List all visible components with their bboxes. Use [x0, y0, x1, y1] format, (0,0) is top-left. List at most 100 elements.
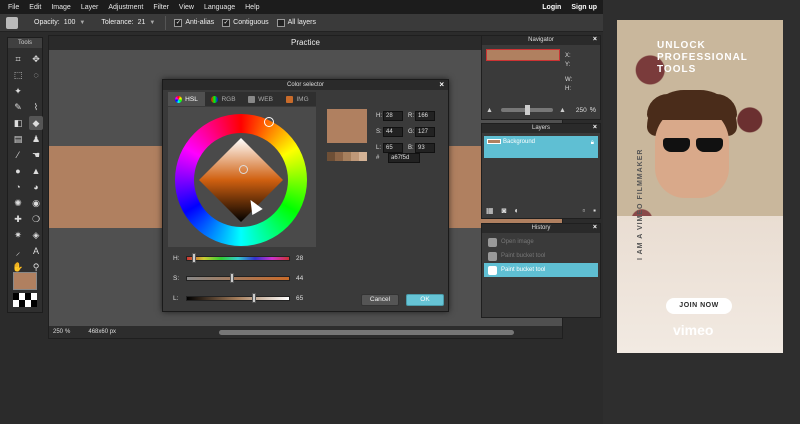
hue-marker[interactable]: [264, 117, 274, 127]
history-item[interactable]: Open image: [484, 235, 598, 249]
b-field-label: B:: [408, 144, 414, 151]
h-field[interactable]: 28: [383, 110, 403, 121]
brush-icon[interactable]: ⌇: [29, 100, 43, 114]
navigator-zoom-value[interactable]: 250: [576, 107, 587, 114]
g-field[interactable]: 127: [415, 126, 435, 137]
shade-swatch[interactable]: [327, 152, 335, 161]
saturation-slider-knob[interactable]: [229, 273, 234, 283]
navigator-panel: Navigator × X: Y: W: H: ▲ ▲ 250 %: [481, 35, 601, 120]
chevron-down-icon[interactable]: ▼: [79, 20, 85, 26]
menu-adjustment[interactable]: Adjustment: [108, 4, 143, 11]
hue-slider[interactable]: [186, 256, 290, 261]
sponge-icon[interactable]: ✺: [11, 196, 25, 210]
menu-image[interactable]: Image: [51, 4, 70, 11]
cancel-button[interactable]: Cancel: [361, 294, 399, 306]
lightness-slider-knob[interactable]: [251, 293, 256, 303]
shade-swatch[interactable]: [351, 152, 359, 161]
spot-heal-icon[interactable]: ✚: [11, 212, 25, 226]
l-field[interactable]: 65: [383, 142, 403, 153]
zoom-value[interactable]: 250: [53, 329, 63, 335]
gradient-icon[interactable]: ▤: [11, 132, 25, 146]
layer-settings-icon[interactable]: ▦: [486, 206, 494, 215]
layer-mask-icon[interactable]: ◙: [502, 206, 507, 215]
saturation-slider[interactable]: [186, 276, 290, 281]
blur-icon[interactable]: ●: [11, 164, 25, 178]
horizontal-scrollbar[interactable]: [219, 330, 514, 335]
opacity-value[interactable]: 100: [64, 19, 76, 26]
menu-file[interactable]: File: [8, 4, 19, 11]
shape-icon[interactable]: ◈: [29, 228, 43, 242]
pinch-icon[interactable]: ✷: [11, 228, 25, 242]
move-icon[interactable]: ✥: [29, 52, 43, 66]
history-item[interactable]: Paint bucket tool: [484, 263, 598, 277]
layer-row[interactable]: Background 🔒︎: [484, 136, 598, 158]
ok-button[interactable]: OK: [406, 294, 444, 306]
eyedropper-icon[interactable]: ⸝: [11, 244, 25, 258]
hue-slider-knob[interactable]: [192, 253, 197, 263]
close-icon[interactable]: ×: [439, 80, 444, 89]
shade-swatch[interactable]: [359, 152, 367, 161]
options-bar: Opacity: 100 ▼ Tolerance: 21 ▼ ✓ Anti-al…: [0, 14, 603, 32]
tab-rgb[interactable]: RGB: [205, 92, 242, 106]
b-field[interactable]: 93: [415, 142, 435, 153]
text-icon[interactable]: A: [29, 244, 43, 258]
color-reset-icon[interactable]: [13, 293, 37, 307]
r-field-label: R:: [408, 112, 414, 119]
tolerance-value[interactable]: 21: [138, 19, 146, 26]
menu-help[interactable]: Help: [245, 4, 259, 11]
sharpen-icon[interactable]: ▲: [29, 164, 43, 178]
shade-swatch[interactable]: [335, 152, 343, 161]
close-icon[interactable]: ×: [593, 35, 597, 44]
paint-bucket-icon[interactable]: [6, 16, 18, 29]
all-layers-checkbox[interactable]: [276, 18, 285, 27]
zoom-slider-knob[interactable]: [524, 105, 530, 115]
tab-img[interactable]: IMG: [279, 92, 316, 106]
bloat-icon[interactable]: ❍: [29, 212, 43, 226]
redeye-icon[interactable]: ◉: [29, 196, 43, 210]
chevron-down-icon[interactable]: ▼: [149, 20, 155, 26]
menu-edit[interactable]: Edit: [29, 4, 41, 11]
dodge-icon[interactable]: ◔: [11, 180, 25, 194]
stamp-icon[interactable]: ♟: [29, 132, 43, 146]
tab-web[interactable]: WEB: [242, 92, 279, 106]
menu-filter[interactable]: Filter: [153, 4, 169, 11]
crop-icon[interactable]: ⌗: [11, 52, 25, 66]
burn-icon[interactable]: ◕: [29, 180, 43, 194]
picker-icon[interactable]: ⁄: [11, 148, 25, 162]
smudge-icon[interactable]: ☚: [29, 148, 43, 162]
tab-hsl[interactable]: HSL: [168, 92, 205, 106]
new-layer-icon[interactable]: ▫: [582, 206, 585, 215]
close-icon[interactable]: ×: [593, 123, 597, 132]
menu-view[interactable]: View: [179, 4, 194, 11]
navigator-thumbnail[interactable]: [486, 49, 560, 61]
marquee-icon[interactable]: ⬚: [11, 68, 25, 82]
r-field[interactable]: 166: [415, 110, 435, 121]
menu-layer[interactable]: Layer: [81, 4, 99, 11]
wand-icon[interactable]: ✦: [11, 84, 25, 98]
layer-style-icon[interactable]: ◐: [514, 206, 519, 215]
delete-layer-icon[interactable]: ▪: [593, 206, 596, 215]
bucket-icon[interactable]: ◆: [29, 116, 43, 130]
zoom-out-icon[interactable]: ▲: [486, 107, 493, 114]
foreground-color-swatch[interactable]: [13, 272, 37, 290]
join-now-button[interactable]: JOIN NOW: [666, 298, 732, 314]
eraser-icon[interactable]: ◧: [11, 116, 25, 130]
history-item[interactable]: Paint bucket tool: [484, 249, 598, 263]
advertisement[interactable]: UNLOCK PROFESSIONAL TOOLS I AM A VIMEO F…: [617, 20, 783, 353]
signup-link[interactable]: Sign up: [571, 4, 597, 11]
contiguous-checkbox[interactable]: ✓: [222, 18, 231, 27]
sl-marker[interactable]: [239, 165, 248, 174]
pencil-icon[interactable]: ✎: [11, 100, 25, 114]
hex-field[interactable]: a67f5d: [388, 153, 420, 163]
zoom-in-icon[interactable]: ▲: [559, 107, 566, 114]
menu-language[interactable]: Language: [204, 4, 235, 11]
shade-swatch[interactable]: [343, 152, 351, 161]
lasso-icon[interactable]: ◌: [29, 68, 43, 82]
antialias-checkbox[interactable]: ✓: [174, 18, 183, 27]
lightness-slider[interactable]: [186, 296, 290, 301]
close-icon[interactable]: ×: [593, 223, 597, 232]
zoom-slider[interactable]: [500, 105, 553, 115]
s-field[interactable]: 44: [383, 126, 403, 137]
login-link[interactable]: Login: [542, 4, 561, 11]
lock-icon[interactable]: 🔒︎: [591, 140, 594, 147]
